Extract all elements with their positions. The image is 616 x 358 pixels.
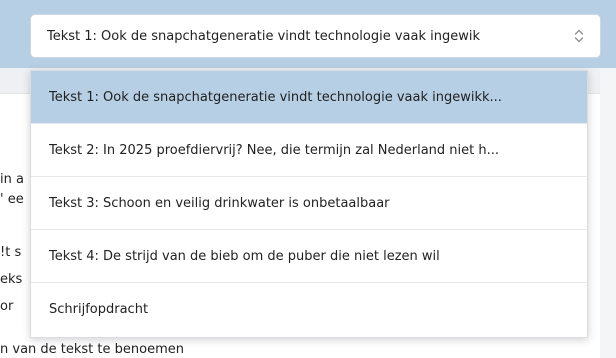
dropdown-option-tekst-2[interactable]: Tekst 2: In 2025 proefdiervrij? Nee, die…: [31, 124, 587, 177]
dropdown-option-label: Schrijfopdracht: [49, 302, 149, 317]
dropdown-option-tekst-3[interactable]: Tekst 3: Schoon en veilig drinkwater is …: [31, 177, 587, 230]
text-select-dropdown: Tekst 1: Ook de snapchatgeneratie vindt …: [30, 70, 588, 338]
dropdown-option-schrijfopdracht[interactable]: Schrijfopdracht: [31, 283, 587, 336]
chevron-up-down-icon: [572, 25, 586, 47]
dropdown-option-label: Tekst 2: In 2025 proefdiervrij? Nee, die…: [49, 142, 500, 158]
dropdown-option-tekst-1[interactable]: Tekst 1: Ook de snapchatgeneratie vindt …: [31, 71, 587, 124]
dropdown-option-label: Tekst 3: Schoon en veilig drinkwater is …: [49, 195, 390, 211]
text-select[interactable]: Tekst 1: Ook de snapchatgeneratie vindt …: [30, 14, 601, 58]
article-fragment: n van de tekst te benoemen: [0, 342, 184, 357]
dropdown-option-tekst-4[interactable]: Tekst 4: De strijd van de bieb om de pub…: [31, 230, 587, 283]
dropdown-option-label: Tekst 1: Ook de snapchatgeneratie vindt …: [49, 89, 502, 105]
text-select-value: Tekst 1: Ook de snapchatgeneratie vindt …: [47, 28, 481, 44]
dropdown-option-label: Tekst 4: De strijd van de bieb om de pub…: [49, 248, 440, 264]
scrollbar-track[interactable]: [600, 68, 616, 358]
page: in a ' ee !t s eks or n van de tekst te …: [0, 0, 616, 358]
